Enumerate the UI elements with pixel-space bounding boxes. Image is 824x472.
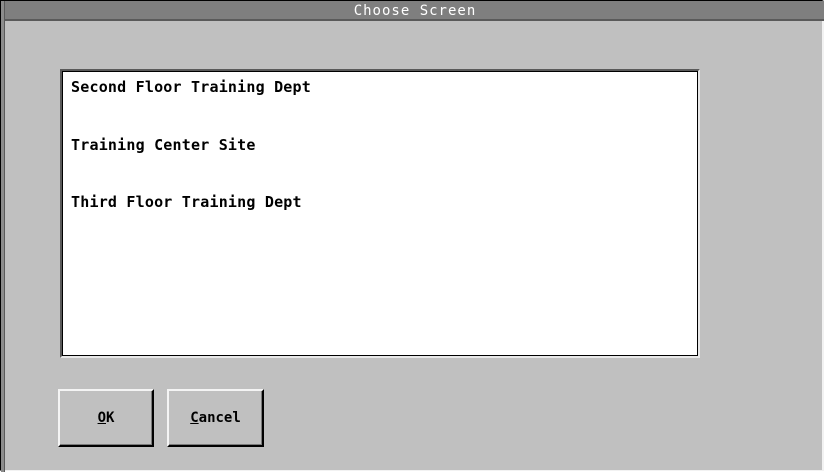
choose-screen-dialog: Choose Screen Second Floor Training Dept… [0,0,824,472]
screen-listbox[interactable]: Second Floor Training Dept Training Cent… [60,69,700,358]
window-left-edge [1,1,5,472]
list-item-training-center-site[interactable]: Training Center Site [71,134,256,156]
cancel-button[interactable]: Cancel [167,389,264,447]
list-item-third-floor-training-dept[interactable]: Third Floor Training Dept [71,191,302,213]
cancel-label-rest: ancel [198,410,241,426]
list-item-second-floor-training-dept[interactable]: Second Floor Training Dept [71,76,311,98]
ok-button[interactable]: OK [58,389,154,447]
cancel-mnemonic: C [190,410,199,426]
title-bar[interactable]: Choose Screen [5,1,824,21]
ok-label-rest: K [106,410,115,426]
ok-button-label: OK [98,410,115,426]
ok-mnemonic: O [97,410,106,426]
cancel-button-label: Cancel [190,410,241,426]
dialog-title: Choose Screen [353,3,477,19]
